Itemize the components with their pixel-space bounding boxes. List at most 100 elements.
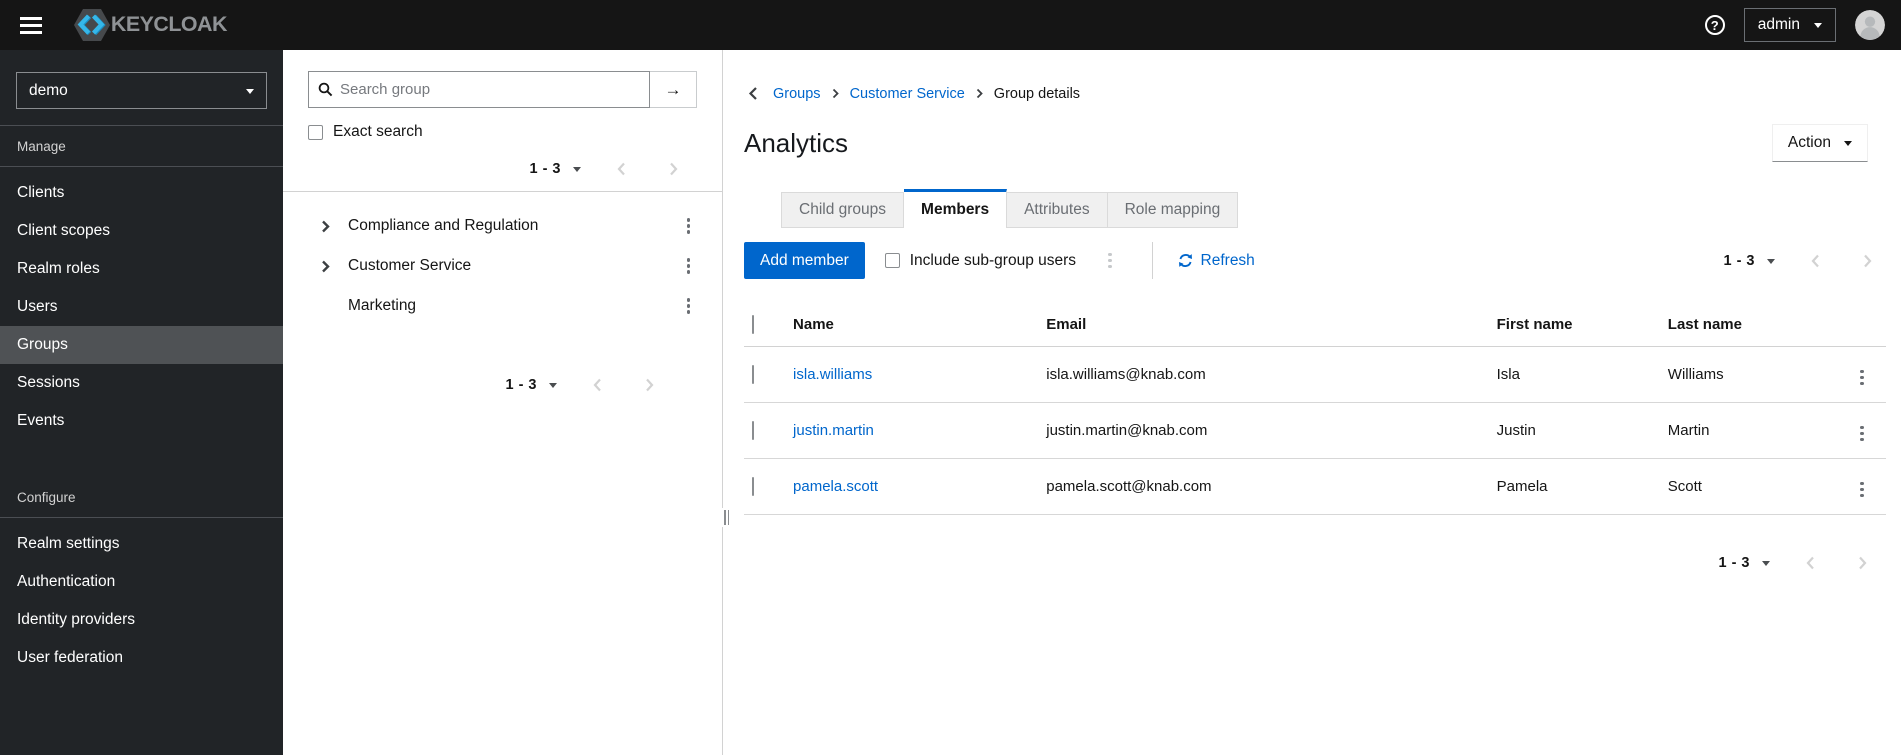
panel-resize-handle[interactable] <box>722 508 731 527</box>
kebab-menu-icon[interactable] <box>1102 249 1118 273</box>
members-toolbar: Add member Include sub-group users Refre… <box>744 242 1886 279</box>
tree-item-marketing: Marketing <box>283 286 722 326</box>
row-checkbox[interactable] <box>752 421 754 440</box>
kebab-menu-icon[interactable] <box>681 254 697 278</box>
page-title: Analytics <box>744 127 849 158</box>
select-all-checkbox[interactable] <box>752 315 754 334</box>
column-header-name[interactable]: Name <box>785 304 1039 347</box>
brand-wordmark: KEYCLOAK <box>110 13 228 36</box>
column-header-last-name[interactable]: Last name <box>1659 304 1838 347</box>
refresh-icon <box>1178 253 1193 268</box>
pagination-next-button[interactable] <box>1857 250 1878 272</box>
row-kebab-menu-icon[interactable] <box>1854 366 1870 390</box>
breadcrumb-groups-link[interactable]: Groups <box>773 86 821 102</box>
tree-item-compliance-and-regulation: Compliance and Regulation <box>283 206 722 246</box>
group-search-box <box>308 71 650 108</box>
exact-search-checkbox[interactable] <box>308 124 323 140</box>
search-submit-button[interactable]: → <box>650 71 697 108</box>
sidebar-item-authentication[interactable]: Authentication <box>0 563 283 601</box>
member-first-name: Pamela <box>1488 458 1660 515</box>
sidebar-item-clients[interactable]: Clients <box>0 174 283 212</box>
kebab-menu-icon[interactable] <box>681 214 697 238</box>
row-checkbox[interactable] <box>752 365 754 384</box>
refresh-button[interactable]: Refresh <box>1178 252 1255 270</box>
tab-members[interactable]: Members <box>904 189 1008 228</box>
user-avatar[interactable] <box>1855 10 1885 40</box>
masthead: KEYCLOAK ? admin <box>0 0 1901 50</box>
current-realm: demo <box>29 81 68 99</box>
chevron-right-icon <box>832 88 839 99</box>
expand-chevron-icon[interactable] <box>321 220 339 233</box>
column-header-email[interactable]: Email <box>1038 304 1489 347</box>
manage-nav-list: Clients Client scopes Realm roles Users … <box>0 167 283 447</box>
member-username-link[interactable]: justin.martin <box>793 422 874 439</box>
tab-role-mapping[interactable]: Role mapping <box>1107 192 1239 228</box>
pagination-range: 1 - 3 <box>1723 252 1755 269</box>
pagination-next-button[interactable] <box>639 374 660 396</box>
include-subgroups-checkbox[interactable] <box>884 253 900 268</box>
group-name[interactable]: Marketing <box>348 297 681 315</box>
chevron-right-icon <box>976 88 983 99</box>
sidebar-item-sessions[interactable]: Sessions <box>0 364 283 402</box>
group-name[interactable]: Customer Service <box>348 257 681 275</box>
sidebar-item-realm-settings[interactable]: Realm settings <box>0 525 283 563</box>
pagination-prev-button[interactable] <box>1800 552 1821 574</box>
caret-down-icon[interactable] <box>1767 258 1775 268</box>
keycloak-logo: KEYCLOAK <box>73 8 228 42</box>
pagination-prev-button[interactable] <box>1805 250 1826 272</box>
breadcrumb-customer-service-link[interactable]: Customer Service <box>850 86 965 102</box>
pagination-prev-button[interactable] <box>587 374 608 396</box>
sidebar-item-events[interactable]: Events <box>0 402 283 440</box>
sidebar-item-identity-providers[interactable]: Identity providers <box>0 601 283 639</box>
caret-down-icon[interactable] <box>1762 561 1770 570</box>
caret-down-icon[interactable] <box>549 383 557 392</box>
pagination-range: 1 - 3 <box>529 161 561 177</box>
row-kebab-menu-icon[interactable] <box>1854 422 1870 446</box>
pagination-next-button[interactable] <box>1852 552 1873 574</box>
caret-down-icon <box>1814 23 1822 32</box>
back-chevron-icon[interactable] <box>744 84 762 103</box>
nav-section-manage: Manage <box>17 139 66 154</box>
search-group-input[interactable] <box>340 81 640 98</box>
column-header-first-name[interactable]: First name <box>1488 304 1660 347</box>
arrow-right-icon: → <box>664 79 682 99</box>
tree-pagination-bottom: 1 - 3 <box>283 368 722 402</box>
sidebar-item-realm-roles[interactable]: Realm roles <box>0 250 283 288</box>
row-checkbox[interactable] <box>752 477 754 496</box>
sidebar-item-groups[interactable]: Groups <box>0 326 283 364</box>
include-subgroups-label: Include sub-group users <box>909 251 1077 269</box>
table-row: pamela.scott pamela.scott@knab.com Pamel… <box>744 458 1886 515</box>
member-last-name: Scott <box>1659 458 1838 515</box>
member-username-link[interactable]: isla.williams <box>793 366 872 383</box>
row-kebab-menu-icon[interactable] <box>1854 478 1870 502</box>
search-icon <box>318 82 333 97</box>
add-member-button[interactable]: Add member <box>744 242 865 279</box>
tab-child-groups[interactable]: Child groups <box>781 192 905 228</box>
sidebar-item-user-federation[interactable]: User federation <box>0 639 283 677</box>
member-username-link[interactable]: pamela.scott <box>793 478 878 495</box>
action-dropdown[interactable]: Action <box>1771 124 1868 162</box>
username: admin <box>1757 16 1800 33</box>
member-email: justin.martin@knab.com <box>1038 402 1489 459</box>
user-menu-dropdown[interactable]: admin <box>1743 8 1836 42</box>
group-tree: Compliance and Regulation Customer Servi… <box>283 192 722 326</box>
sidebar-item-client-scopes[interactable]: Client scopes <box>0 212 283 250</box>
group-name[interactable]: Compliance and Regulation <box>348 217 681 235</box>
tab-attributes[interactable]: Attributes <box>1007 192 1108 228</box>
member-first-name: Justin <box>1488 402 1660 459</box>
help-icon[interactable]: ? <box>1704 15 1725 35</box>
pagination-prev-button[interactable] <box>611 158 632 180</box>
nav-toggle-button[interactable] <box>16 13 46 38</box>
sidebar-item-users[interactable]: Users <box>0 288 283 326</box>
realm-selector[interactable]: demo <box>16 72 267 109</box>
member-last-name: Williams <box>1659 346 1838 403</box>
group-tree-panel: → Exact search 1 - 3 <box>283 50 731 755</box>
caret-down-icon[interactable] <box>573 167 581 176</box>
tree-pagination-top: 1 - 3 <box>283 152 722 186</box>
group-details-main: Groups Customer Service Group details An… <box>723 50 1901 755</box>
nav-section-configure: Configure <box>17 490 76 505</box>
pagination-next-button[interactable] <box>663 158 684 180</box>
kebab-menu-icon[interactable] <box>681 294 697 318</box>
expand-chevron-icon[interactable] <box>321 260 339 273</box>
refresh-label: Refresh <box>1200 251 1255 269</box>
